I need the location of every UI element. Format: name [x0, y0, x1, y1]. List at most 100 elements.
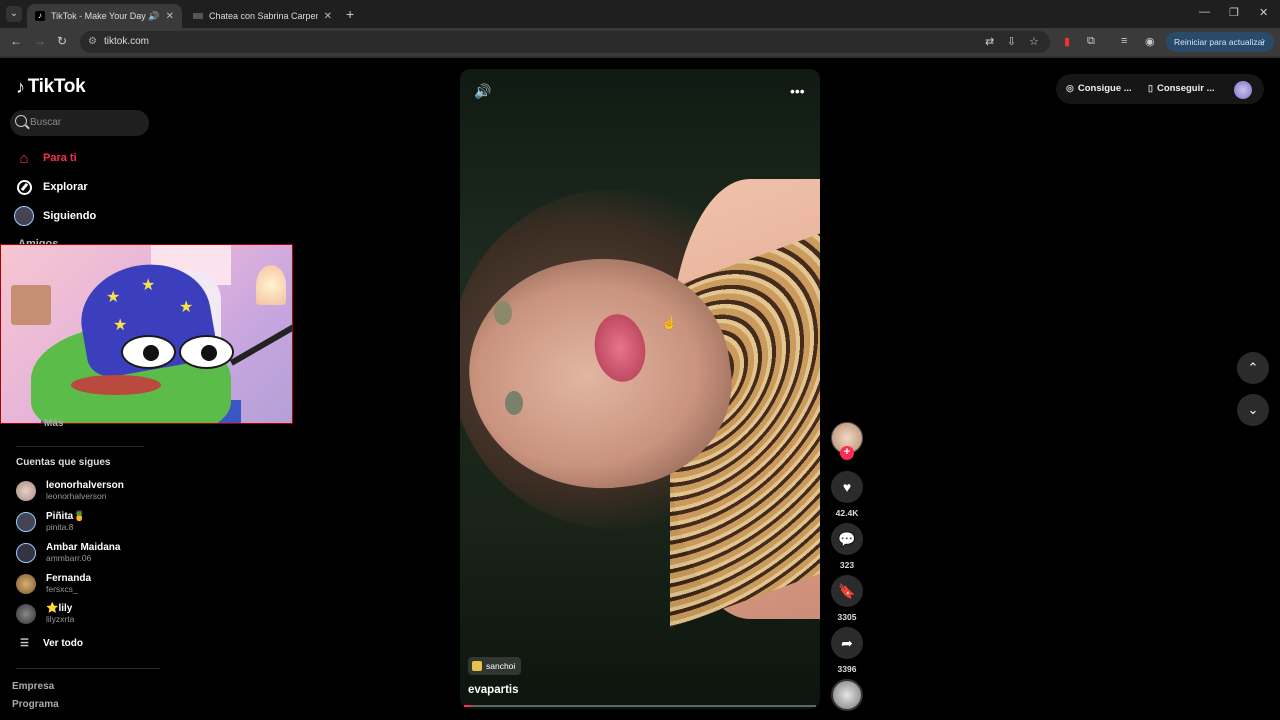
- tiktok-favicon-icon: ♪: [35, 11, 45, 21]
- reload-icon[interactable]: ↻: [57, 34, 67, 48]
- following-item[interactable]: Piñita🍍 pinita.8: [16, 511, 86, 532]
- nav-label: Siguiendo: [43, 210, 97, 222]
- new-tab-icon[interactable]: +: [346, 6, 354, 22]
- previous-video-button[interactable]: ⌃: [1237, 352, 1269, 384]
- close-window-icon[interactable]: ✕: [1259, 6, 1268, 19]
- bookmark-star-icon[interactable]: ☆: [1029, 35, 1039, 48]
- video-eye: [494, 301, 512, 325]
- sound-disc[interactable]: [831, 679, 863, 711]
- following-item[interactable]: leonorhalverson leonorhalverson: [16, 480, 124, 501]
- video-eye: [505, 391, 523, 415]
- nav-siguiendo[interactable]: Siguiendo: [14, 206, 96, 226]
- chevron-up-icon: ⌃: [1247, 360, 1259, 375]
- close-tab-icon[interactable]: ✕: [166, 11, 174, 22]
- video-progress-bar[interactable]: [464, 705, 816, 707]
- video-tag-label: sanchoi: [486, 661, 516, 671]
- profile-avatar-icon[interactable]: ◉: [1145, 35, 1155, 48]
- following-item[interactable]: Ambar Maidana ammbarr.06: [16, 542, 120, 563]
- search-input[interactable]: Buscar: [10, 110, 149, 136]
- back-icon[interactable]: ←: [10, 34, 22, 48]
- coin-icon: ◎: [1066, 83, 1074, 93]
- restore-icon[interactable]: ❐: [1229, 6, 1239, 19]
- video-username[interactable]: evapartis: [468, 684, 519, 696]
- comment-button[interactable]: 💬: [831, 523, 863, 555]
- footer-link-programa[interactable]: Programa: [12, 699, 59, 710]
- frog-eye: [179, 335, 234, 369]
- background-shelf: [11, 285, 51, 325]
- following-name: Piñita🍍: [46, 511, 86, 522]
- like-count: 42.4K: [835, 508, 859, 518]
- browser-toolbar: ← → ↻ ⚙ tiktok.com ⇄ ⇩ ☆ ▮ ⧉ ≡ ◉ Reinici…: [0, 28, 1280, 56]
- star-icon: ★: [113, 317, 128, 334]
- nav-para-ti[interactable]: ⌂ Para ti: [14, 148, 77, 168]
- close-tab-icon[interactable]: ✕: [324, 11, 332, 22]
- tab-title: TikTok - Make Your Day: [51, 11, 146, 21]
- more-options-icon[interactable]: •••: [790, 83, 805, 99]
- star-icon: ★: [141, 277, 156, 294]
- follow-plus-button[interactable]: +: [840, 446, 854, 460]
- sidebar-divider: [16, 446, 144, 447]
- video-tag[interactable]: sanchoi: [468, 657, 522, 675]
- volume-icon[interactable]: 🔊: [474, 83, 491, 100]
- tiktok-logo[interactable]: ♪ TikTok: [16, 76, 86, 98]
- logo-text: TikTok: [27, 76, 86, 97]
- browser-tab-bar: ⌄ ♪ TikTok - Make Your Day 🔊 ✕ Chatea co…: [0, 0, 1280, 28]
- address-bar[interactable]: ⚙ tiktok.com: [80, 31, 1050, 53]
- star-icon: ★: [106, 289, 121, 306]
- following-handle: ammbarr.06: [46, 553, 92, 563]
- media-controls-icon[interactable]: ≡: [1121, 35, 1127, 47]
- following-item[interactable]: ⭐lily lilyzxrta: [16, 603, 74, 624]
- nav-label: Para ti: [43, 152, 77, 164]
- share-count: 3396: [837, 664, 857, 674]
- next-video-button[interactable]: ⌄: [1237, 394, 1269, 426]
- search-icon: [15, 115, 27, 127]
- speaker-icon[interactable]: 🔊: [148, 11, 159, 22]
- tab-title: Chatea con Sabrina Carpenter |: [209, 11, 318, 21]
- forward-icon[interactable]: →: [34, 34, 46, 48]
- nav-label: Explorar: [43, 181, 88, 193]
- see-all-link[interactable]: ☰ Ver todo: [20, 638, 83, 649]
- nav-explorar[interactable]: Explorar: [14, 177, 88, 197]
- sidebar-divider: [16, 668, 160, 669]
- heart-icon: ♥: [842, 479, 852, 495]
- tab-search-button[interactable]: ⌄: [6, 6, 22, 22]
- chevron-down-icon: ⌄: [1247, 402, 1259, 417]
- tab-sabrina[interactable]: Chatea con Sabrina Carpenter | ✕: [185, 4, 340, 28]
- extensions-puzzle-icon[interactable]: ⧉: [1087, 35, 1095, 48]
- following-name: leonorhalverson: [46, 480, 124, 491]
- top-actions-bar: ◎ Consigue ... ▯ Conseguir ...: [1056, 74, 1264, 104]
- like-button[interactable]: ♥: [831, 471, 863, 503]
- tab-tiktok[interactable]: ♪ TikTok - Make Your Day 🔊 ✕: [27, 4, 182, 28]
- following-section-title: Cuentas que sigues: [16, 457, 111, 468]
- avatar: [16, 511, 36, 532]
- site-favicon-icon: [193, 13, 203, 19]
- save-button[interactable]: 🔖: [831, 575, 863, 607]
- comment-count: 323: [839, 560, 855, 570]
- following-handle: lilyzxrta: [46, 614, 75, 624]
- tag-icon: [472, 661, 482, 671]
- site-info-icon[interactable]: ⚙: [88, 36, 97, 47]
- minimize-icon[interactable]: —: [1199, 6, 1210, 18]
- get-app-button[interactable]: ▯ Conseguir ...: [1148, 83, 1215, 94]
- progress-fill: [464, 705, 472, 707]
- get-coins-button[interactable]: ◎ Consigue ...: [1066, 83, 1132, 94]
- restart-update-button[interactable]: Reiniciar para actualizar ⋮: [1166, 32, 1274, 52]
- following-item[interactable]: Fernanda fersxcs_: [16, 573, 91, 594]
- video-player[interactable]: 🔊 ••• sanchoi evapartis: [460, 69, 820, 709]
- share-arrow-icon: ➦: [841, 634, 853, 651]
- search-placeholder: Buscar: [30, 117, 62, 128]
- avatar: [16, 573, 36, 594]
- mouse-cursor-icon: ☝: [662, 316, 677, 330]
- following-name: Ambar Maidana: [46, 542, 121, 553]
- profile-avatar[interactable]: [1234, 81, 1252, 99]
- following-handle: fersxcs_: [46, 584, 78, 594]
- install-icon[interactable]: ⇩: [1007, 35, 1016, 48]
- star-icon: ★: [179, 299, 194, 316]
- share-button[interactable]: ➦: [831, 627, 863, 659]
- get-coins-label: Consigue ...: [1077, 83, 1132, 94]
- extension-icon[interactable]: ▮: [1064, 35, 1070, 48]
- translate-icon[interactable]: ⇄: [985, 35, 994, 48]
- footer-link-empresa[interactable]: Empresa: [12, 681, 54, 692]
- avatar: [16, 480, 36, 501]
- nav-mas[interactable]: Más: [44, 418, 63, 429]
